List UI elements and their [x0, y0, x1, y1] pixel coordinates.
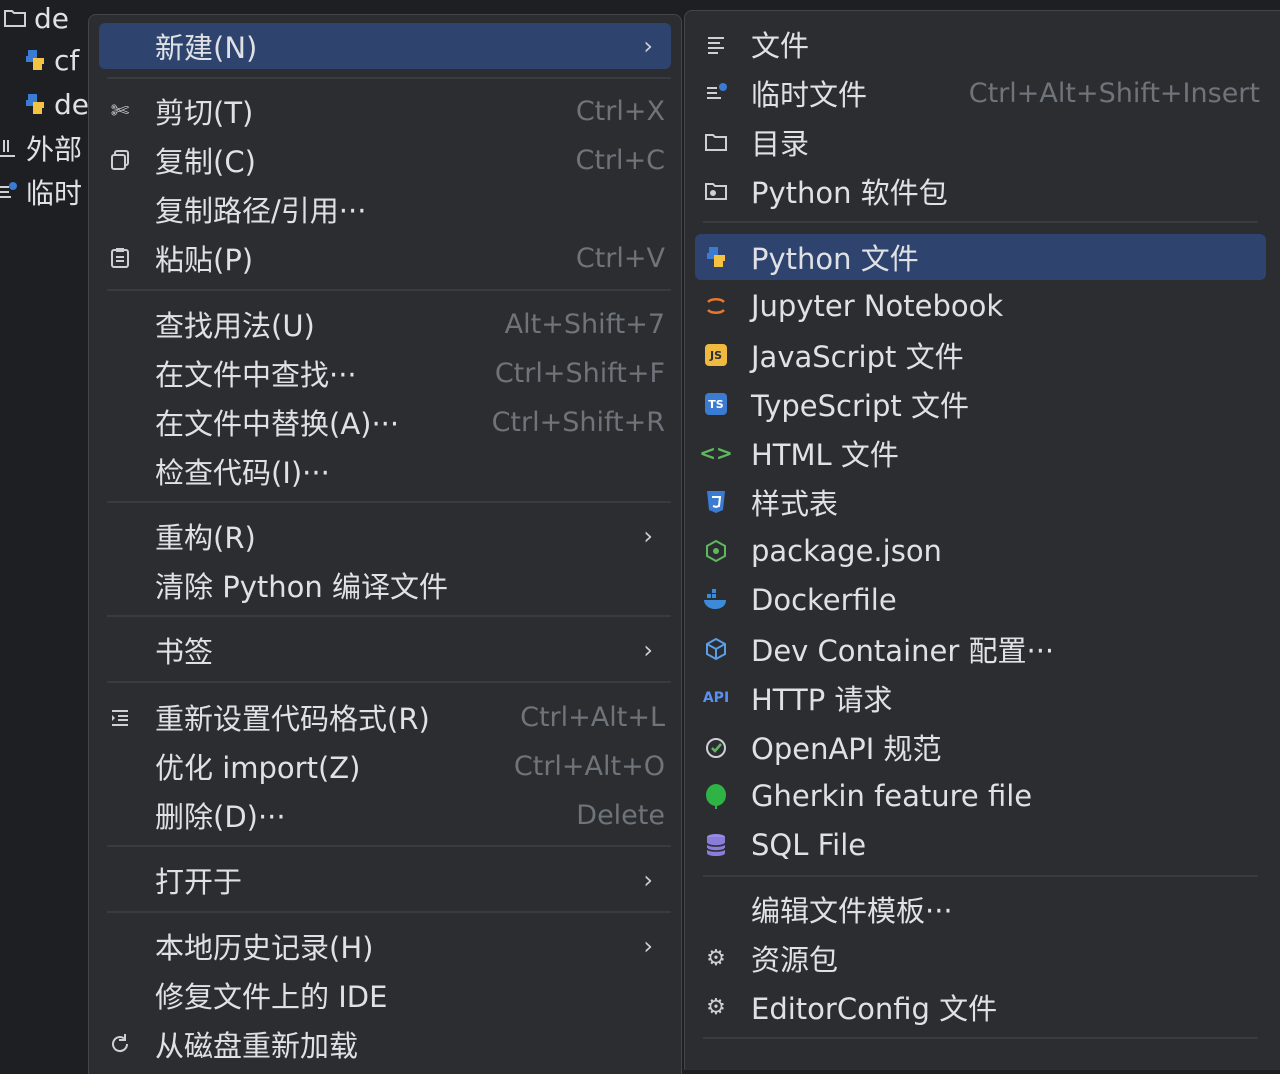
separator	[703, 221, 1258, 223]
separator	[107, 911, 671, 913]
submenu-item-resource-bundle[interactable]: ⚙ 资源包	[695, 935, 1266, 981]
separator	[107, 615, 671, 617]
submenu-item-gherkin[interactable]: Gherkin feature file	[695, 773, 1266, 819]
separator	[107, 681, 671, 683]
python-file-icon	[20, 47, 50, 73]
python-file-icon	[20, 91, 50, 117]
separator	[107, 845, 671, 847]
nodejs-icon	[701, 536, 731, 566]
menu-item-delete[interactable]: 删除(D)··· Delete	[99, 792, 671, 838]
editor-area	[680, 0, 1280, 10]
submenu-item-jupyter[interactable]: Jupyter Notebook	[695, 283, 1266, 329]
css-icon	[701, 487, 731, 517]
tree-item-label: de	[34, 1, 69, 35]
menu-item-replace-in-files[interactable]: 在文件中替换(A)··· Ctrl+Shift+R	[99, 399, 671, 445]
chevron-right-icon: ›	[643, 522, 653, 550]
python-file-icon	[701, 242, 731, 272]
gear-icon: ⚙	[706, 945, 726, 971]
menu-item-reformat[interactable]: 重新设置代码格式(R) Ctrl+Alt+L	[99, 694, 671, 740]
menu-item-open-in[interactable]: 打开于 ›	[99, 857, 671, 903]
submenu-item-dockerfile[interactable]: Dockerfile	[695, 577, 1266, 623]
scratch-icon	[0, 181, 22, 203]
scissors-icon: ✄	[110, 98, 130, 124]
submenu-item-edit-templates[interactable]: 编辑文件模板···	[695, 886, 1266, 932]
project-tree: de cf de 外部 临时	[0, 0, 90, 1060]
menu-item-paste[interactable]: 粘贴(P) Ctrl+V	[99, 235, 671, 281]
docker-icon	[701, 585, 731, 615]
submenu-item-html[interactable]: <> HTML 文件	[695, 430, 1266, 476]
library-icon	[0, 137, 22, 159]
menu-item-reload-from-disk[interactable]: 从磁盘重新加载	[99, 1021, 671, 1067]
submenu-item-openapi[interactable]: OpenAPI 规范	[695, 724, 1266, 770]
text-file-icon	[701, 29, 731, 59]
folder-icon	[701, 127, 731, 157]
javascript-icon: JS	[701, 340, 731, 370]
menu-item-refactor[interactable]: 重构(R) ›	[99, 513, 671, 559]
clipboard-icon	[105, 243, 135, 273]
separator	[107, 289, 671, 291]
menu-item-cut[interactable]: ✄ 剪切(T) Ctrl+X	[99, 88, 671, 134]
submenu-item-http-request[interactable]: API HTTP 请求	[695, 675, 1266, 721]
submenu-item-dev-container[interactable]: Dev Container 配置···	[695, 626, 1266, 672]
submenu-item-file[interactable]: 文件	[695, 21, 1266, 67]
submenu-item-sql[interactable]: SQL File	[695, 822, 1266, 868]
menu-item-find-in-files[interactable]: 在文件中查找··· Ctrl+Shift+F	[99, 350, 671, 396]
separator	[107, 77, 671, 79]
package-folder-icon	[701, 176, 731, 206]
menu-item-new[interactable]: 新建(N) ›	[99, 23, 671, 69]
copy-icon	[105, 145, 135, 175]
chevron-right-icon: ›	[643, 866, 653, 894]
html-icon: <>	[699, 441, 733, 465]
context-menu: 新建(N) › ✄ 剪切(T) Ctrl+X 复制(C) Ctrl+C 复制路径…	[88, 14, 682, 1074]
chevron-right-icon: ›	[643, 932, 653, 960]
menu-item-copy[interactable]: 复制(C) Ctrl+C	[99, 137, 671, 183]
tree-item-label: 临时	[25, 177, 82, 210]
submenu-item-javascript[interactable]: JS JavaScript 文件	[695, 332, 1266, 378]
separator	[703, 875, 1258, 877]
menu-item-repair-ide[interactable]: 修复文件上的 IDE	[99, 972, 671, 1018]
api-icon: API	[702, 690, 730, 706]
separator	[703, 1037, 1258, 1039]
gherkin-icon	[701, 781, 731, 811]
folder-icon	[0, 7, 30, 29]
submenu-item-stylesheet[interactable]: 样式表	[695, 479, 1266, 525]
jupyter-icon	[701, 291, 731, 321]
submenu-item-directory[interactable]: 目录	[695, 119, 1266, 165]
submenu-item-scratch-file[interactable]: 临时文件 Ctrl+Alt+Shift+Insert	[695, 70, 1266, 116]
database-icon	[701, 830, 731, 860]
chevron-right-icon: ›	[643, 32, 653, 60]
menu-item-bookmarks[interactable]: 书签 ›	[99, 627, 671, 673]
separator	[107, 501, 671, 503]
menu-item-local-history[interactable]: 本地历史记录(H) ›	[99, 923, 671, 969]
scratch-file-icon	[701, 78, 731, 108]
container-cube-icon	[701, 634, 731, 664]
typescript-icon: TS	[701, 389, 731, 419]
new-submenu: 文件 临时文件 Ctrl+Alt+Shift+Insert 目录 Python …	[684, 10, 1280, 1070]
reformat-icon	[105, 702, 135, 732]
submenu-item-typescript[interactable]: TS TypeScript 文件	[695, 381, 1266, 427]
openapi-icon	[701, 732, 731, 762]
chevron-right-icon: ›	[643, 636, 653, 664]
tree-item[interactable]: 临时	[0, 172, 82, 212]
submenu-item-editorconfig[interactable]: ⚙ EditorConfig 文件	[695, 984, 1266, 1030]
menu-item-optimize-imports[interactable]: 优化 import(Z) Ctrl+Alt+O	[99, 743, 671, 789]
tree-item-label: de	[54, 87, 89, 121]
tree-item[interactable]: de	[0, 0, 90, 38]
menu-item-find-usages[interactable]: 查找用法(U) Alt+Shift+7	[99, 301, 671, 347]
submenu-item-python-file[interactable]: Python 文件	[695, 234, 1266, 280]
tree-item-label: 外部	[25, 133, 82, 166]
submenu-item-package-json[interactable]: package.json	[695, 528, 1266, 574]
menu-item-inspect-code[interactable]: 检查代码(I)···	[99, 448, 671, 494]
reload-icon	[105, 1029, 135, 1059]
tree-item-label: cf	[54, 43, 80, 77]
menu-item-clean-python[interactable]: 清除 Python 编译文件	[99, 562, 671, 608]
gear-icon: ⚙	[706, 994, 726, 1020]
tree-item[interactable]: 外部	[0, 128, 82, 168]
menu-item-copy-path[interactable]: 复制路径/引用···	[99, 186, 671, 232]
submenu-item-python-package[interactable]: Python 软件包	[695, 168, 1266, 214]
